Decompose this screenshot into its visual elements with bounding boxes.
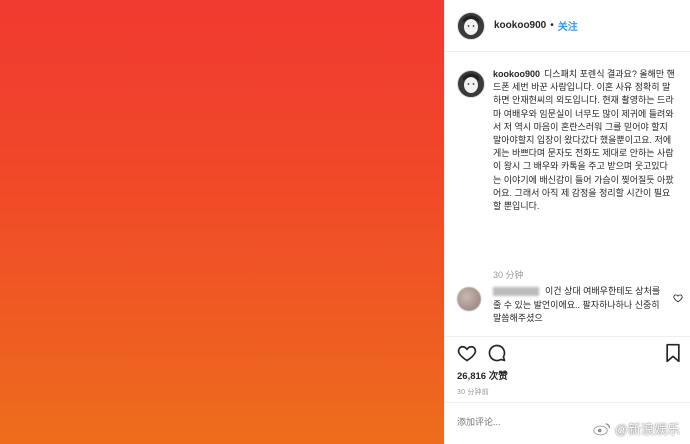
commenter-avatar[interactable] (457, 287, 481, 311)
comment-text: 이건 상대 여배우한테도 상처를 줄 수 있는 발언이에요.. 팔자하나하나 신… (493, 285, 663, 326)
profile-avatar-icon[interactable] (457, 11, 485, 40)
comment-divider (445, 402, 690, 403)
caption-timestamp: 30 分钟 (493, 270, 524, 280)
post-header: kookoo900 • 关注 (445, 0, 690, 52)
header-username[interactable]: kookoo900 (494, 20, 546, 31)
post-image[interactable] (0, 0, 444, 444)
caption-avatar-icon[interactable] (457, 70, 485, 98)
comment-item: 이건 상대 여배우한테도 상처를 줄 수 있는 발언이에요.. 팔자하나하나 신… (457, 285, 683, 326)
heart-outline-icon[interactable] (673, 293, 683, 303)
caption-body: 디스패치 포렌식 결과요? 올해만 핸드폰 세번 바꾼 사람입니다. 이혼 사유… (493, 69, 675, 212)
header-separator: • (550, 20, 554, 31)
actions-divider (445, 336, 690, 337)
post-side-panel: kookoo900 • 关注 kookoo900 디스패치 포렌식 결과요? 올해… (444, 0, 690, 444)
heart-icon[interactable] (457, 343, 477, 363)
post-timestamp: 30 分钟前 (457, 389, 489, 396)
instagram-post-screenshot: kookoo900 • 关注 kookoo900 디스패치 포렌식 결과요? 올해… (0, 0, 690, 444)
likes-count[interactable]: 26,816 次赞 (457, 368, 508, 382)
post-caption: kookoo900 디스패치 포렌식 결과요? 올해만 핸드폰 세번 바꾼 사람입… (457, 68, 683, 213)
weibo-logo-icon (593, 422, 610, 435)
action-bar (457, 343, 683, 363)
likes-label: 次赞 (488, 371, 508, 382)
avatar-face-icon (458, 71, 484, 97)
blurred-username (493, 287, 539, 297)
caption-username[interactable]: kookoo900 (493, 69, 540, 79)
caption-text: kookoo900 디스패치 포렌식 결과요? 올해만 핸드폰 세번 바꾼 사람입… (493, 68, 675, 213)
follow-button[interactable]: 关注 (558, 18, 578, 33)
likes-number: 26,816 (457, 371, 487, 382)
avatar-face-icon (458, 13, 484, 38)
bookmark-icon[interactable] (664, 343, 682, 363)
weibo-watermark: @新浪娱乐 (593, 419, 680, 438)
watermark-text: @新浪娱乐 (614, 422, 680, 437)
comment-icon[interactable] (487, 343, 507, 363)
